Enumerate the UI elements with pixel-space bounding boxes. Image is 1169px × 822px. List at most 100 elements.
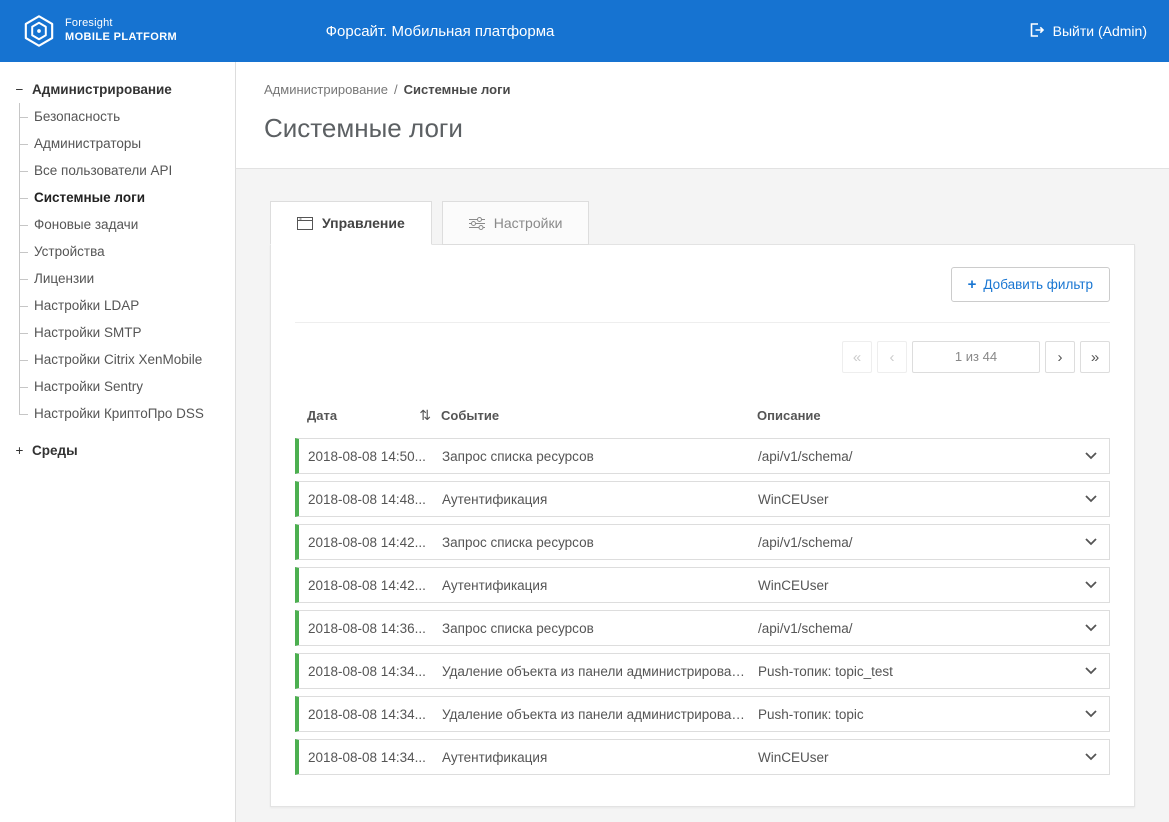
logout-button[interactable]: Выйти (Admin) bbox=[1028, 22, 1147, 41]
app-title: Форсайт. Мобильная платформа bbox=[326, 23, 555, 40]
sort-icon[interactable]: ⇅ bbox=[419, 407, 431, 424]
page-header: Администрирование / Системные логи Системн… bbox=[236, 62, 1169, 169]
sidebar-item-api-users[interactable]: Все пользователи API bbox=[19, 157, 225, 184]
pagination-info: 1 из 44 bbox=[912, 341, 1040, 373]
management-panel-icon bbox=[297, 217, 313, 230]
chevron-down-icon[interactable] bbox=[1075, 667, 1109, 675]
foresight-logo-icon bbox=[22, 13, 56, 49]
log-description: WinCEUser bbox=[758, 750, 1075, 765]
pagination-last-button[interactable]: » bbox=[1080, 341, 1110, 373]
log-description: WinCEUser bbox=[758, 492, 1075, 507]
log-date: 2018-08-08 14:42... bbox=[308, 535, 442, 550]
breadcrumb-separator: / bbox=[394, 82, 398, 97]
logo-text: Foresight MOBILE PLATFORM bbox=[65, 17, 177, 45]
expand-icon[interactable]: + bbox=[14, 443, 25, 458]
tab-management[interactable]: Управление bbox=[270, 201, 432, 245]
content-area: Управление bbox=[236, 169, 1169, 822]
breadcrumb: Администрирование / Системные логи bbox=[264, 82, 1141, 97]
column-header-date[interactable]: Дата bbox=[307, 408, 337, 423]
table-header: Дата ⇅ Событие Описание bbox=[295, 397, 1110, 438]
sidebar-item-security[interactable]: Безопасность bbox=[19, 103, 225, 130]
log-date: 2018-08-08 14:50... bbox=[308, 449, 442, 464]
sidebar-item-sentry-settings[interactable]: Настройки Sentry bbox=[19, 373, 225, 400]
chevron-down-icon[interactable] bbox=[1075, 753, 1109, 761]
log-date: 2018-08-08 14:42... bbox=[308, 578, 442, 593]
log-description: /api/v1/schema/ bbox=[758, 621, 1075, 636]
logo[interactable]: Foresight MOBILE PLATFORM bbox=[22, 13, 177, 49]
logout-icon bbox=[1028, 22, 1045, 41]
table-row[interactable]: 2018-08-08 14:34... Аутентификация WinCE… bbox=[295, 739, 1110, 775]
settings-sliders-icon bbox=[469, 217, 485, 230]
table-row[interactable]: 2018-08-08 14:34... Удаление объекта из … bbox=[295, 696, 1110, 732]
log-event: Запрос списка ресурсов bbox=[442, 449, 758, 464]
chevron-down-icon[interactable] bbox=[1075, 710, 1109, 718]
chevron-down-icon[interactable] bbox=[1075, 495, 1109, 503]
add-filter-label: Добавить фильтр bbox=[983, 277, 1093, 292]
log-date: 2018-08-08 14:34... bbox=[308, 707, 442, 722]
logs-card: + Добавить фильтр « ‹ 1 из 44 › » bbox=[270, 244, 1135, 807]
log-event: Удаление объекта из панели администриров… bbox=[442, 664, 758, 679]
log-description: Push-топик: topic_test bbox=[758, 664, 1075, 679]
log-date: 2018-08-08 14:48... bbox=[308, 492, 442, 507]
logo-brand: Foresight bbox=[65, 17, 177, 31]
pagination-prev-button[interactable]: ‹ bbox=[877, 341, 907, 373]
app-window: Foresight MOBILE PLATFORM Форсайт. Мобил… bbox=[0, 0, 1169, 822]
column-header-event: Событие bbox=[441, 408, 757, 423]
divider bbox=[295, 322, 1110, 323]
card-toolbar: + Добавить фильтр bbox=[295, 267, 1110, 302]
column-header-description: Описание bbox=[757, 408, 1064, 423]
log-description: WinCEUser bbox=[758, 578, 1075, 593]
sidebar-item-ldap-settings[interactable]: Настройки LDAP bbox=[19, 292, 225, 319]
sidebar-item-licenses[interactable]: Лицензии bbox=[19, 265, 225, 292]
table-row[interactable]: 2018-08-08 14:42... Запрос списка ресурс… bbox=[295, 524, 1110, 560]
breadcrumb-parent[interactable]: Администрирование bbox=[264, 82, 388, 97]
log-date: 2018-08-08 14:34... bbox=[308, 750, 442, 765]
log-event: Аутентификация bbox=[442, 750, 758, 765]
pagination: « ‹ 1 из 44 › » bbox=[295, 341, 1110, 373]
log-date: 2018-08-08 14:36... bbox=[308, 621, 442, 636]
table-row[interactable]: 2018-08-08 14:34... Удаление объекта из … bbox=[295, 653, 1110, 689]
sidebar-section-label: Среды bbox=[32, 443, 78, 458]
main-area: Администрирование / Системные логи Системн… bbox=[236, 62, 1169, 822]
log-event: Аутентификация bbox=[442, 578, 758, 593]
log-date: 2018-08-08 14:34... bbox=[308, 664, 442, 679]
pagination-next-button[interactable]: › bbox=[1045, 341, 1075, 373]
breadcrumb-current: Системные логи bbox=[404, 82, 511, 97]
sidebar-section-label: Администрирование bbox=[32, 82, 172, 97]
pagination-first-button[interactable]: « bbox=[842, 341, 872, 373]
sidebar-item-background-tasks[interactable]: Фоновые задачи bbox=[19, 211, 225, 238]
log-event: Аутентификация bbox=[442, 492, 758, 507]
collapse-icon[interactable]: − bbox=[14, 82, 25, 97]
log-description: /api/v1/schema/ bbox=[758, 449, 1075, 464]
log-event: Запрос списка ресурсов bbox=[442, 535, 758, 550]
sidebar-item-administrators[interactable]: Администраторы bbox=[19, 130, 225, 157]
sidebar-item-cryptopro-dss-settings[interactable]: Настройки КриптоПро DSS bbox=[19, 400, 225, 427]
sidebar-section-administration[interactable]: − Администрирование bbox=[14, 78, 225, 101]
log-event: Удаление объекта из панели администриров… bbox=[442, 707, 758, 722]
add-filter-button[interactable]: + Добавить фильтр bbox=[951, 267, 1110, 302]
tab-management-label: Управление bbox=[322, 215, 405, 231]
sidebar-item-system-logs[interactable]: Системные логи bbox=[19, 184, 225, 211]
plus-icon: + bbox=[968, 276, 977, 293]
sidebar-section-environments[interactable]: + Среды bbox=[14, 439, 225, 462]
table-row[interactable]: 2018-08-08 14:42... Аутентификация WinCE… bbox=[295, 567, 1110, 603]
chevron-down-icon[interactable] bbox=[1075, 581, 1109, 589]
log-description: /api/v1/schema/ bbox=[758, 535, 1075, 550]
tab-settings-label: Настройки bbox=[494, 215, 563, 231]
sidebar-item-smtp-settings[interactable]: Настройки SMTP bbox=[19, 319, 225, 346]
chevron-down-icon[interactable] bbox=[1075, 452, 1109, 460]
sidebar: − Администрирование Безопасность Админис… bbox=[0, 62, 236, 822]
log-rows: 2018-08-08 14:50... Запрос списка ресурс… bbox=[295, 438, 1110, 775]
table-row[interactable]: 2018-08-08 14:50... Запрос списка ресурс… bbox=[295, 438, 1110, 474]
tabs: Управление bbox=[270, 201, 1135, 245]
table-row[interactable]: 2018-08-08 14:48... Аутентификация WinCE… bbox=[295, 481, 1110, 517]
sidebar-item-devices[interactable]: Устройства bbox=[19, 238, 225, 265]
tab-settings[interactable]: Настройки bbox=[442, 201, 590, 245]
logo-product: MOBILE PLATFORM bbox=[65, 31, 177, 45]
chevron-down-icon[interactable] bbox=[1075, 624, 1109, 632]
table-row[interactable]: 2018-08-08 14:36... Запрос списка ресурс… bbox=[295, 610, 1110, 646]
sidebar-item-citrix-xenmobile-settings[interactable]: Настройки Citrix XenMobile bbox=[19, 346, 225, 373]
log-event: Запрос списка ресурсов bbox=[442, 621, 758, 636]
chevron-down-icon[interactable] bbox=[1075, 538, 1109, 546]
logout-label: Выйти (Admin) bbox=[1053, 23, 1147, 39]
